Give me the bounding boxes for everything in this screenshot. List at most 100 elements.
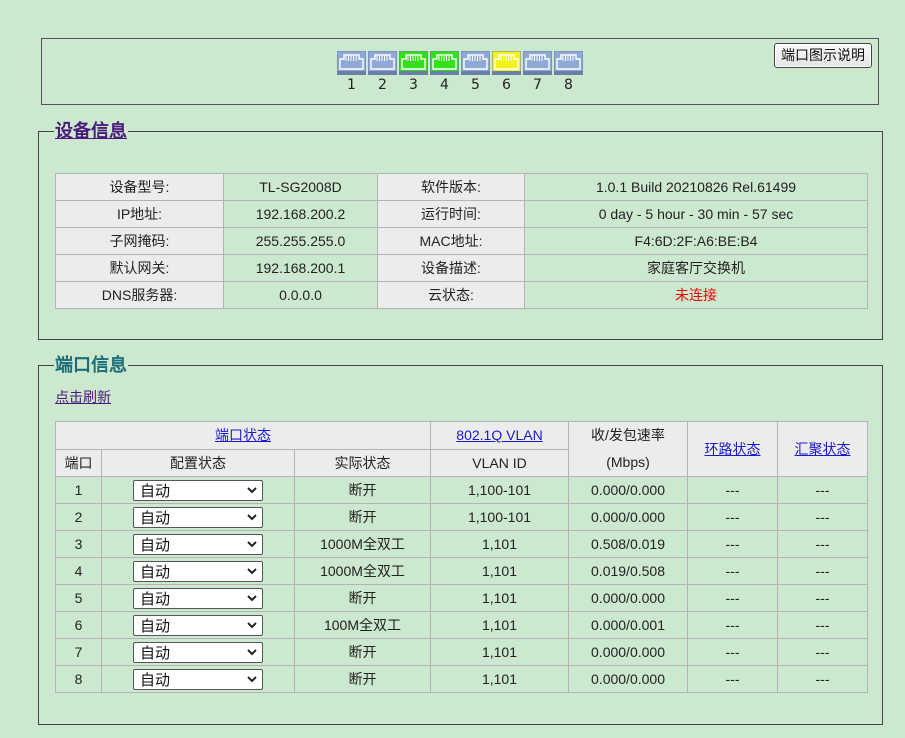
actual-status-cell: 断开 [294,476,431,504]
ethernet-port-icon [554,51,583,75]
port-row: 2 自动 断开 1,100-101 0.000/0.000 --- --- [55,503,868,531]
actual-status-cell: 1000M全双工 [294,557,431,585]
config-cell: 自动 [101,584,295,612]
aggregation-status-cell: --- [777,665,868,693]
device-info-title: 设备信息 [54,119,128,143]
vlan-id-column-header: VLAN ID [430,448,569,477]
port-number-cell: 3 [55,530,102,558]
chevron-down-icon [247,622,257,629]
aggregation-status-cell: --- [777,638,868,666]
rate-cell: 0.508/0.019 [568,530,688,558]
port-row: 5 自动 断开 1,101 0.000/0.000 --- --- [55,584,868,612]
vlan-id-cell: 1,101 [430,611,569,639]
device-info-label: MAC地址: [377,227,525,255]
rate-header: 收/发包速率 (Mbps) [568,421,688,477]
port-row: 3 自动 1000M全双工 1,101 0.508/0.019 --- --- [55,530,868,558]
port-2[interactable]: 2 [367,51,398,95]
port-config-select[interactable]: 自动 [133,506,263,528]
loop-status-cell: --- [687,476,778,504]
port-status-link[interactable]: 端口状态 [215,427,271,443]
cloud-status-value: 未连接 [524,281,868,309]
port-config-select[interactable]: 自动 [133,614,263,636]
vlan-link[interactable]: 802.1Q VLAN [456,427,542,443]
config-column-header: 配置状态 [101,448,295,477]
port-legend-button[interactable]: 端口图示说明 [774,43,872,68]
config-cell: 自动 [101,530,295,558]
aggregation-status-cell: --- [777,530,868,558]
aggregation-status-cell: --- [777,476,868,504]
config-cell: 自动 [101,476,295,504]
actual-column-header: 实际状态 [294,448,431,477]
port-number: 5 [471,77,480,93]
rate-header-line1: 收/发包速率 [591,427,665,443]
port-config-select[interactable]: 自动 [133,587,263,609]
device-info-label: 设备描述: [377,254,525,282]
dns-server-value: 0.0.0.0 [223,281,378,309]
rate-cell: 0.019/0.508 [568,557,688,585]
ethernet-port-icon [461,51,490,75]
actual-status-cell: 断开 [294,503,431,531]
rate-cell: 0.000/0.000 [568,584,688,612]
device-info-row: IP地址: 192.168.200.2 运行时间: 0 day - 5 hour… [55,200,868,228]
chevron-down-icon [247,487,257,494]
port-6[interactable]: 6 [491,51,522,95]
device-info-label: 云状态: [377,281,525,309]
port-config-select[interactable]: 自动 [133,560,263,582]
port-info-section: 端口信息 点击刷新 端口状态 802.1Q VLAN 收/发包速率 (Mbps)… [38,353,883,725]
device-info-label: 运行时间: [377,200,525,228]
subnet-mask-value: 255.255.255.0 [223,227,378,255]
config-cell: 自动 [101,611,295,639]
port-config-select[interactable]: 自动 [133,533,263,555]
ethernet-port-icon [337,51,366,75]
config-cell: 自动 [101,638,295,666]
port-config-select[interactable]: 自动 [133,641,263,663]
chevron-down-icon [247,595,257,602]
port-number-cell: 1 [55,476,102,504]
actual-status-cell: 1000M全双工 [294,530,431,558]
port-8[interactable]: 8 [553,51,584,95]
port-1[interactable]: 1 [336,51,367,95]
port-row: 6 自动 100M全双工 1,101 0.000/0.001 --- --- [55,611,868,639]
port-5[interactable]: 5 [460,51,491,95]
device-info-label: 软件版本: [377,173,525,201]
port-number-cell: 6 [55,611,102,639]
aggregation-status-cell: --- [777,557,868,585]
loop-status-cell: --- [687,638,778,666]
port-row: 4 自动 1000M全双工 1,101 0.019/0.508 --- --- [55,557,868,585]
vlan-id-cell: 1,101 [430,557,569,585]
device-info-section: 设备信息 设备型号: TL-SG2008D 软件版本: 1.0.1 Build … [38,119,883,340]
ethernet-port-icon [399,51,428,75]
config-cell: 自动 [101,557,295,585]
port-config-value: 自动 [140,563,171,581]
rate-cell: 0.000/0.000 [568,476,688,504]
chevron-down-icon [247,649,257,656]
port-number: 8 [564,77,573,93]
rate-cell: 0.000/0.000 [568,638,688,666]
aggregation-status-link[interactable]: 汇聚状态 [795,441,851,457]
uptime-value: 0 day - 5 hour - 30 min - 57 sec [524,200,868,228]
device-info-label: 设备型号: [55,173,224,201]
device-info-label: 子网掩码: [55,227,224,255]
port-config-select[interactable]: 自动 [133,479,263,501]
config-cell: 自动 [101,665,295,693]
port-7[interactable]: 7 [522,51,553,95]
device-description-value: 家庭客厅交换机 [524,254,868,282]
device-info-label: 默认网关: [55,254,224,282]
loop-status-link[interactable]: 环路状态 [705,441,761,457]
loop-status-cell: --- [687,557,778,585]
device-info-label: IP地址: [55,200,224,228]
port-config-select[interactable]: 自动 [133,668,263,690]
port-3[interactable]: 3 [398,51,429,95]
vlan-id-cell: 1,101 [430,638,569,666]
port-status-table: 端口状态 802.1Q VLAN 收/发包速率 (Mbps) 环路状态 汇聚状态… [55,421,868,693]
refresh-link[interactable]: 点击刷新 [55,387,111,407]
port-number: 6 [502,77,511,93]
port-info-title: 端口信息 [54,353,128,377]
chevron-down-icon [247,676,257,683]
port-icons: 1 2 3 4 5 6 7 8 [336,51,584,95]
agg-header: 汇聚状态 [777,421,868,477]
port-number-cell: 5 [55,584,102,612]
port-number: 2 [378,77,387,93]
port-4[interactable]: 4 [429,51,460,95]
port-config-value: 自动 [140,509,171,527]
